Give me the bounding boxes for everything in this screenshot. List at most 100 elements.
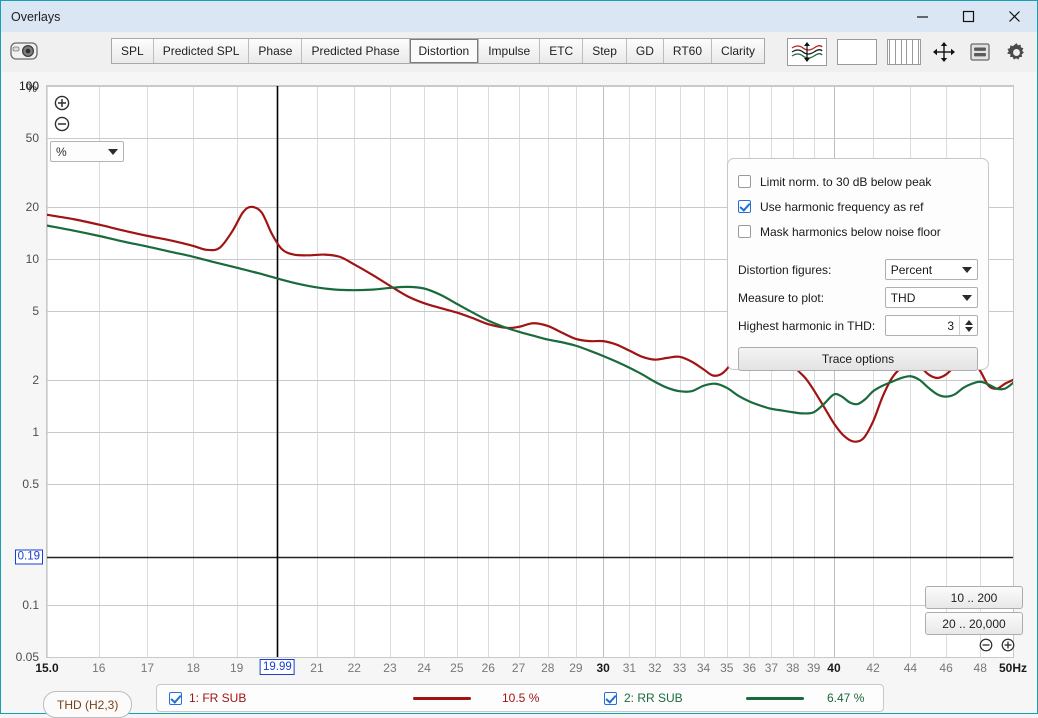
x-tick-39: 39	[806, 661, 821, 675]
title-bar: Overlays	[1, 1, 1037, 32]
range-button-10-200[interactable]: 10 .. 200	[925, 586, 1023, 609]
x-tick-31: 31	[622, 661, 637, 675]
tab-step[interactable]: Step	[583, 39, 627, 63]
distortion-figures-label: Distortion figures:	[738, 262, 832, 277]
zoom-out-icon[interactable]	[979, 638, 993, 655]
tab-impulse[interactable]: Impulse	[479, 39, 541, 63]
x-tick-44: 44	[903, 661, 918, 675]
range-buttons: 10 .. 200 20 .. 20,000	[925, 586, 1023, 655]
y-unit-select[interactable]: %	[50, 141, 124, 162]
tab-rt60[interactable]: RT60	[663, 39, 713, 63]
highest-harmonic-label: Highest harmonic in THD:	[738, 318, 876, 333]
chevron-down-icon	[962, 266, 972, 273]
x-tick-16: 16	[92, 661, 106, 675]
tab-predicted-spl[interactable]: Predicted SPL	[153, 39, 250, 63]
maximize-button[interactable]	[945, 1, 991, 32]
tab-clarity[interactable]: Clarity	[712, 39, 765, 63]
tab-spl[interactable]: SPL	[112, 39, 154, 63]
legend-value-2: 6.47 %	[827, 691, 865, 705]
x-tick-29: 29	[569, 661, 583, 675]
highest-harmonic-stepper[interactable]: 3	[884, 315, 978, 336]
option-mask-harmonics[interactable]: Mask harmonics below noise floor	[738, 219, 978, 244]
trace-options-button[interactable]: Trace options	[738, 347, 978, 371]
distortion-options-panel: Limit norm. to 30 dB below peak Use harm…	[727, 158, 989, 371]
x-cursor-readout[interactable]: 19.99	[260, 659, 295, 675]
mask-harmonics-checkbox[interactable]	[738, 225, 751, 238]
chevron-down-icon[interactable]	[964, 326, 973, 332]
y-axis-labels: % 100 50 20 10 5 2 1 0.5 0.1 0.05 0.19	[1, 79, 46, 664]
gear-icon[interactable]	[1003, 39, 1029, 65]
x-tick-28: 28	[541, 661, 555, 675]
tab-distortion[interactable]: Distortion	[409, 39, 480, 63]
x-tick-17: 17	[140, 661, 155, 675]
measure-to-plot-label: Measure to plot:	[738, 290, 825, 305]
camera-icon[interactable]	[10, 38, 39, 63]
minimize-button[interactable]	[899, 1, 945, 32]
legend-checkbox-1[interactable]	[169, 691, 182, 705]
x-tick-30: 30	[596, 661, 610, 675]
option-use-harmonic-freq[interactable]: Use harmonic frequency as ref	[738, 194, 978, 219]
x-tick-38: 38	[786, 661, 800, 675]
limit-norm-checkbox[interactable]	[738, 175, 751, 188]
chevron-up-icon[interactable]	[964, 319, 973, 325]
window-title: Overlays	[11, 9, 61, 24]
legend-value-wrap-1: 10.5 %	[502, 691, 592, 705]
y-tick-5: 5	[32, 304, 39, 319]
tab-etc[interactable]: ETC	[540, 39, 584, 63]
range-zoom-controls	[925, 638, 1023, 655]
y-tick-0.1: 0.1	[22, 597, 39, 612]
x-tick-46: 46	[939, 661, 953, 675]
x-tick-26: 26	[481, 661, 495, 675]
blank-panel-icon[interactable]	[837, 39, 877, 65]
measure-to-plot-select[interactable]: THD	[884, 287, 978, 308]
x-tick-42: 42	[866, 661, 880, 675]
legend-swatch-wrap-2	[722, 696, 827, 700]
legend-label-2: 2: RR SUB	[624, 691, 683, 705]
toolbar: SPL Predicted SPL Phase Predicted Phase …	[1, 32, 1037, 73]
range-button-20-20000[interactable]: 20 .. 20,000	[925, 612, 1023, 635]
distortion-figures-select[interactable]: Percent	[884, 259, 978, 280]
tab-phase[interactable]: Phase	[249, 39, 303, 63]
x-tick-25: 25	[450, 661, 464, 675]
legend-color-swatch-1	[413, 696, 471, 700]
x-tick-23: 23	[383, 661, 397, 675]
field-distortion-figures: Distortion figures: Percent	[738, 256, 978, 283]
legend-checkbox-2[interactable]	[604, 691, 617, 705]
x-tick-21: 21	[310, 661, 324, 675]
y-tick-100: 100	[18, 79, 39, 93]
vertical-bars-icon[interactable]	[887, 39, 921, 65]
distortion-figures-value: Percent	[890, 262, 933, 277]
highest-harmonic-value: 3	[947, 318, 954, 333]
use-harmonic-freq-checkbox[interactable]	[738, 200, 751, 213]
tab-gd[interactable]: GD	[626, 39, 664, 63]
legend-toggle-icon[interactable]	[967, 39, 993, 65]
x-axis-labels: 15.0 16 17 18 19 21 22 23 24 25 26 27 28 29 30 31 32 33 34…	[1, 658, 1037, 680]
trace-legend: 1: FR SUB 10.5 % 2: RR SUB 6.47 %	[156, 684, 884, 712]
tab-predicted-phase[interactable]: Predicted Phase	[302, 39, 410, 63]
y-tick-10: 10	[25, 251, 39, 266]
toolbar-right-icons	[787, 37, 1029, 67]
option-limit-norm[interactable]: Limit norm. to 30 dB below peak	[738, 169, 978, 194]
zoom-in-icon[interactable]	[1001, 638, 1015, 655]
legend-item-2[interactable]: 2: RR SUB	[592, 685, 722, 711]
fit-to-window-icon[interactable]	[931, 39, 957, 65]
legend-item-1[interactable]: 1: FR SUB	[157, 685, 382, 711]
close-button[interactable]	[991, 1, 1037, 32]
y-cursor-readout[interactable]: 0.19	[14, 549, 43, 565]
legend-value-1: 10.5 %	[502, 691, 540, 705]
zoom-out-icon[interactable]	[54, 116, 70, 132]
stepper-arrows[interactable]	[959, 316, 977, 335]
x-tick-27: 27	[511, 661, 526, 675]
waveform-overlay-icon[interactable]	[787, 38, 827, 66]
mask-harmonics-label: Mask harmonics below noise floor	[760, 224, 941, 239]
view-tabs: SPL Predicted SPL Phase Predicted Phase …	[111, 38, 766, 64]
x-tick-34: 34	[696, 661, 711, 675]
x-tick-40: 40	[827, 661, 841, 675]
field-highest-harmonic: Highest harmonic in THD: 3	[738, 312, 978, 339]
y-tick-0.5: 0.5	[22, 477, 39, 492]
x-tick-19: 19	[229, 661, 244, 675]
window-controls	[899, 1, 1037, 32]
x-tick-24: 24	[417, 661, 431, 675]
zoom-in-icon[interactable]	[54, 95, 70, 111]
overlays-window: Overlays SPL Predicted SPL Phase Predict…	[0, 0, 1038, 718]
